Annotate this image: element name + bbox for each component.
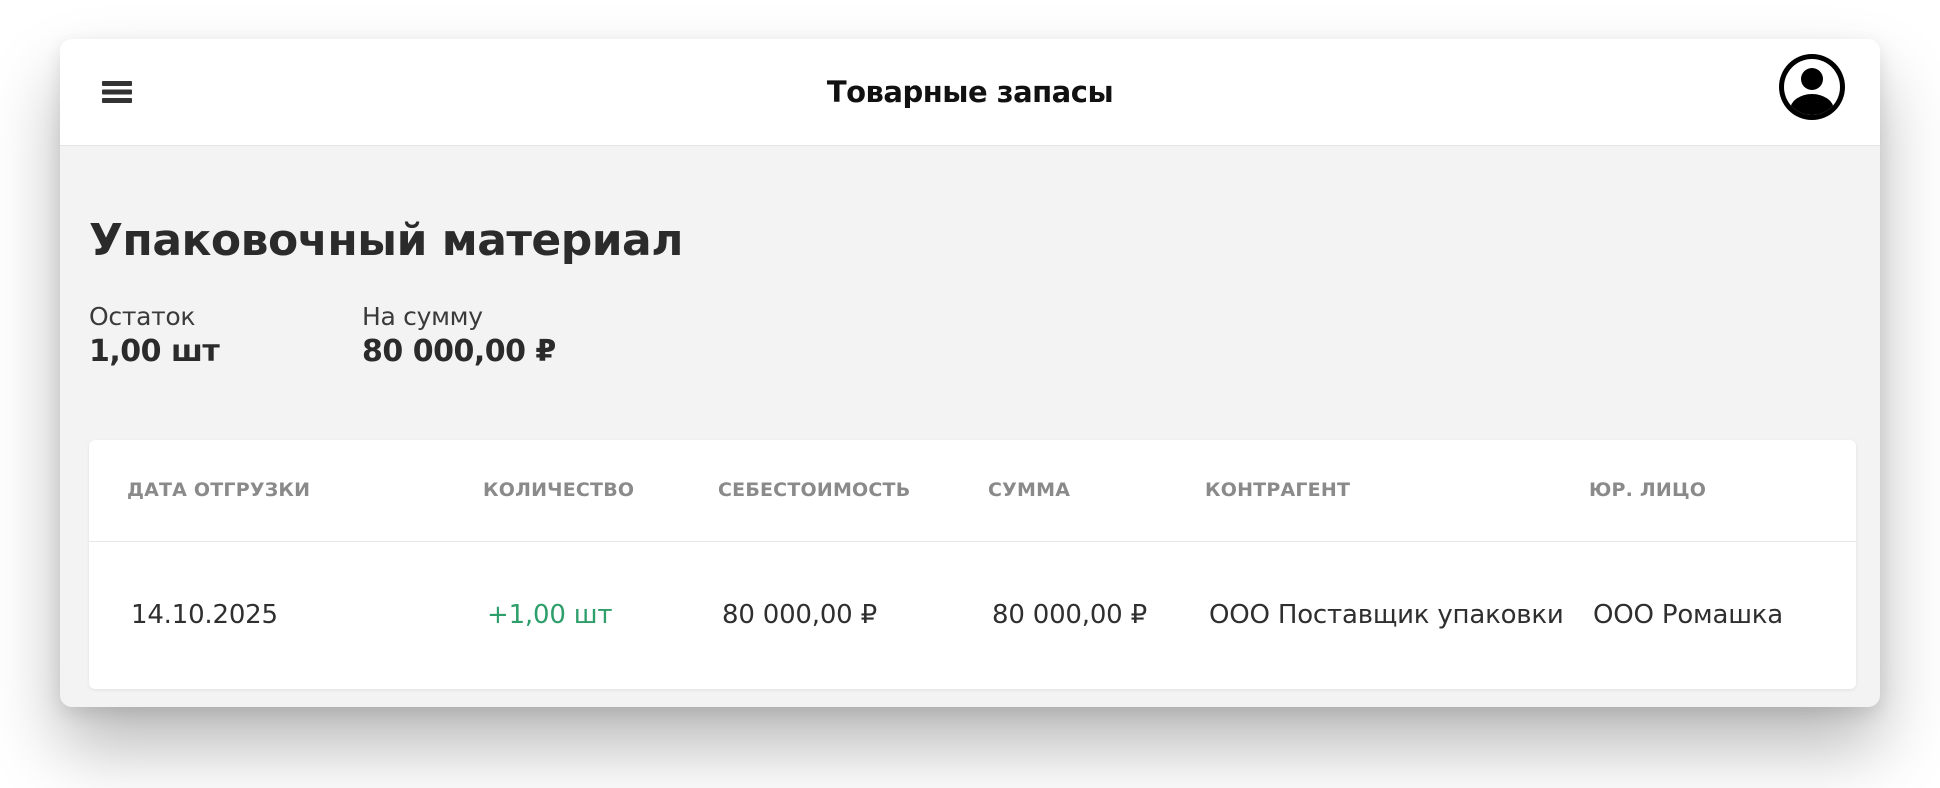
shipments-table: ДАТА ОТГРУЗКИ КОЛИЧЕСТВО СЕБЕСТОИМОСТЬ С…	[89, 440, 1856, 689]
table-header: ДАТА ОТГРУЗКИ КОЛИЧЕСТВО СЕБЕСТОИМОСТЬ С…	[89, 440, 1856, 542]
stat-total-sum-label: На сумму	[362, 302, 483, 331]
column-header-sum[interactable]: СУММА	[988, 440, 1070, 541]
cell-sum: 80 000,00 ₽	[992, 600, 1147, 630]
column-header-date[interactable]: ДАТА ОТГРУЗКИ	[127, 440, 310, 541]
stat-remaining-value: 1,00 шт	[89, 334, 220, 369]
page-title: Упаковочный материал	[89, 215, 683, 266]
app-title: Товарные запасы	[826, 75, 1114, 109]
avatar-button[interactable]	[1777, 52, 1847, 122]
app-bar: Товарные запасы	[60, 39, 1880, 146]
column-header-counterparty[interactable]: КОНТРАГЕНТ	[1205, 440, 1350, 541]
stat-remaining-label: Остаток	[89, 302, 196, 331]
stat-remaining: Остаток 1,00 шт	[89, 301, 220, 371]
cell-counterparty: ООО Поставщик упаковки	[1209, 600, 1564, 630]
cell-date: 14.10.2025	[131, 600, 278, 630]
app-window: Товарные запасы Упаковочный материал Ост…	[60, 39, 1880, 707]
column-header-cost[interactable]: СЕБЕСТОИМОСТЬ	[718, 440, 910, 541]
column-header-legal-entity[interactable]: ЮР. ЛИЦО	[1589, 440, 1706, 541]
cell-quantity: +1,00 шт	[487, 600, 613, 630]
cell-cost: 80 000,00 ₽	[722, 600, 877, 630]
cell-legal-entity: ООО Ромашка	[1593, 600, 1784, 630]
table-row[interactable]: 14.10.2025 +1,00 шт 80 000,00 ₽ 80 000,0…	[89, 542, 1856, 689]
column-header-quantity[interactable]: КОЛИЧЕСТВО	[483, 440, 634, 541]
user-account-icon	[1779, 54, 1845, 120]
stat-total-sum-value: 80 000,00 ₽	[362, 334, 556, 369]
stat-total-sum: На сумму 80 000,00 ₽	[362, 301, 556, 371]
